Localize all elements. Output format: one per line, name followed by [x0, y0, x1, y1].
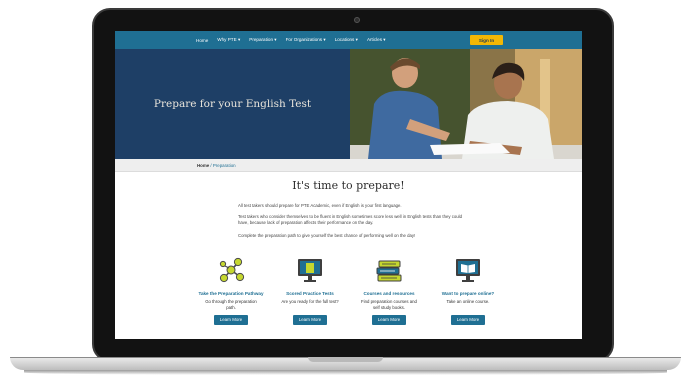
intro-paragraph-2: Test takers who consider themselves to b… [238, 214, 463, 225]
breadcrumb-home-link[interactable]: Home [197, 163, 209, 168]
learn-more-button[interactable]: Learn More [214, 315, 248, 325]
card-description: Take an online course. [446, 299, 490, 304]
card-title[interactable]: Take the Preparation Pathway [190, 291, 272, 296]
page-heading: It's time to prepare! [292, 179, 405, 192]
hero-banner: Prepare for your English Test [115, 49, 582, 159]
card-description: Go through the preparation path. [205, 299, 257, 310]
card-courses-resources: Courses and resources Find preparation c… [348, 255, 430, 325]
webcam-icon [354, 17, 360, 23]
card-title[interactable]: Courses and resources [348, 291, 430, 296]
laptop-shadow [24, 370, 667, 375]
nav-item-why-pte[interactable]: Why PTE ▾ [217, 37, 240, 43]
monitor-icon [298, 259, 322, 282]
nav-menu: Home Why PTE ▾ Preparation ▾ For Organiz… [196, 31, 386, 49]
card-scored-practice-tests: Scored Practice Tests Are you ready for … [269, 255, 351, 325]
learn-more-button[interactable]: Learn More [293, 315, 327, 325]
students-studying-illustration [350, 49, 582, 159]
nav-item-for-organizations[interactable]: For Organizations ▾ [286, 37, 326, 43]
laptop-mockup: Home Why PTE ▾ Preparation ▾ For Organiz… [0, 0, 691, 380]
online-book-icon [456, 259, 480, 282]
hero-photo-students [350, 49, 582, 159]
learn-more-button[interactable]: Learn More [451, 315, 485, 325]
network-icon [219, 257, 245, 283]
top-nav-bar: Home Why PTE ▾ Preparation ▾ For Organiz… [115, 31, 582, 49]
card-preparation-pathway: Take the Preparation Pathway Go through … [190, 255, 272, 325]
nav-item-locations[interactable]: Locations ▾ [335, 37, 358, 43]
books-icon [376, 260, 402, 282]
hero-title: Prepare for your English Test [153, 98, 312, 110]
card-title[interactable]: Scored Practice Tests [269, 291, 351, 296]
card-prepare-online: Want to prepare online? Take an online c… [427, 255, 509, 325]
breadcrumb-current: Preparation [212, 163, 236, 168]
nav-item-preparation[interactable]: Preparation ▾ [249, 37, 276, 43]
card-description: Find preparation courses and self study … [361, 299, 417, 310]
website-screen: Home Why PTE ▾ Preparation ▾ For Organiz… [115, 31, 582, 339]
card-description: Are you ready for the full test? [281, 299, 339, 304]
learn-more-button[interactable]: Learn More [372, 315, 406, 325]
card-title[interactable]: Want to prepare online? [427, 291, 509, 296]
laptop-notch [308, 357, 383, 362]
breadcrumb: Home / Preparation [115, 159, 582, 172]
intro-paragraph-3: Complete the preparation path to give yo… [238, 233, 416, 238]
sign-in-button[interactable]: Sign In [470, 35, 503, 45]
nav-item-home[interactable]: Home [196, 38, 208, 43]
intro-paragraph-1: All test takers should prepare for PTE A… [238, 203, 402, 208]
nav-item-articles[interactable]: Articles ▾ [367, 37, 386, 43]
